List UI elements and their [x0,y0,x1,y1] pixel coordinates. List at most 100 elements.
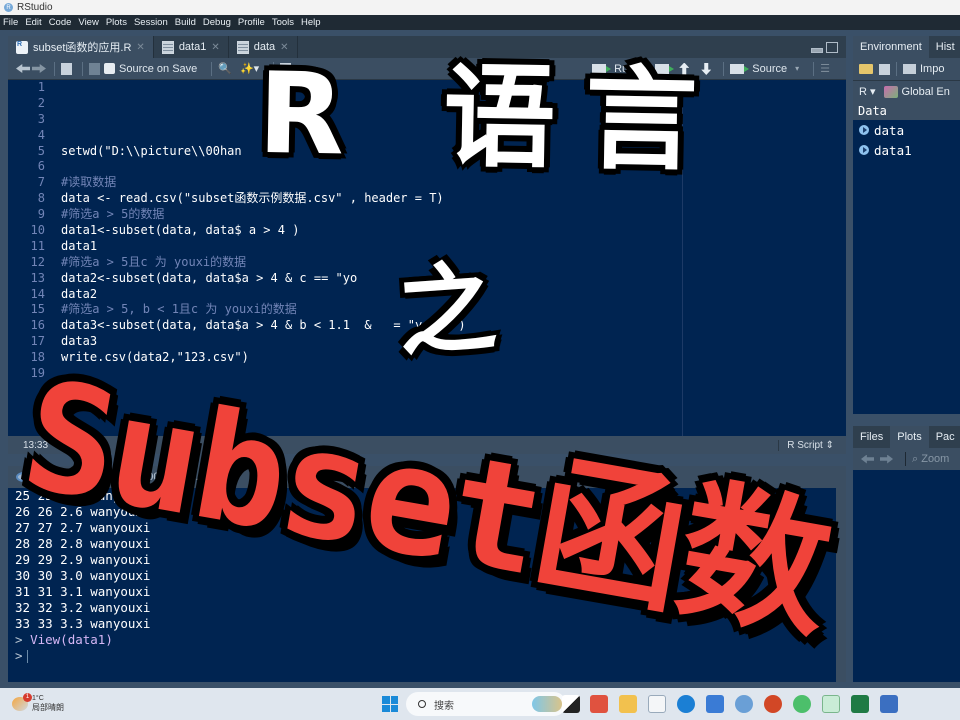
magic-wand-icon[interactable]: ✨▾ [240,62,259,75]
code-line[interactable]: 19 [8,366,846,382]
close-icon[interactable]: ✕ [280,42,288,53]
code-line[interactable]: 17 data3 [8,334,846,350]
back-arrow-icon[interactable] [16,64,30,73]
source-on-save-toggle[interactable]: Source on Save [104,63,197,75]
console-prompt: > [15,648,23,663]
code-text: data3<-subset(data, data$a > 4 & b < 1.1… [61,318,466,333]
code-line[interactable]: 3 [8,112,846,128]
minimize-pane-button[interactable] [811,47,823,53]
rstudio-taskbar-icon[interactable] [735,695,753,713]
code-line[interactable]: 4 [8,128,846,144]
plot-area [853,470,960,682]
checkbox-icon[interactable] [104,63,115,74]
weather-widget[interactable]: 1 1°C 局部晴朗 [0,693,64,713]
tab-environment[interactable]: Environment [853,36,929,58]
code-line[interactable]: 16 data3<-subset(data, data$a > 4 & b < 1… [8,318,846,334]
code-line[interactable]: 9 #筛选a > 5的数据 [8,207,846,223]
close-icon[interactable]: ✕ [136,42,144,53]
next-plot-icon[interactable] [880,455,893,464]
code-line[interactable]: 5 setwd("D:\\picture\\00han \\s et") [8,144,846,160]
task-view-icon[interactable] [562,695,580,713]
line-number: 6 [37,159,45,174]
menu-view[interactable]: View [78,17,98,28]
code-line[interactable]: 1 [8,80,846,96]
powerpoint-icon[interactable] [764,695,782,713]
code-line[interactable]: 6 [8,159,846,175]
file-explorer-icon[interactable] [619,695,637,713]
save-workspace-icon[interactable] [879,63,890,75]
expand-icon[interactable] [859,125,869,135]
import-dataset-icon[interactable] [903,64,916,74]
menu-file[interactable]: File [3,17,18,28]
tab-packages[interactable]: Pac [929,426,960,448]
console-scrollbar[interactable] [836,488,846,682]
app-notify-icon[interactable] [880,695,898,713]
code-line[interactable]: 7 #读取数据 [8,175,846,191]
env-item-data1[interactable]: data1 [853,140,960,160]
line-number: 15 [30,302,45,317]
code-line[interactable]: 12 #筛选a > 5且c 为 youxi的数据 [8,255,846,271]
taskbar-search[interactable]: 搜索 [406,692,566,716]
previous-plot-icon[interactable] [861,454,874,464]
tab-history[interactable]: Hist [929,36,960,58]
app-screen-icon[interactable] [822,695,840,713]
tab-subset-script[interactable]: subset函数的应用.R ✕ [8,36,154,58]
import-dataset-label[interactable]: Impo [920,63,944,75]
menu-debug[interactable]: Debug [203,17,231,28]
code-line[interactable]: 18 write.csv(data2,"123.csv") [8,350,846,366]
wechat-icon[interactable] [793,695,811,713]
zoom-button[interactable]: ⌕ Zoom [912,453,949,466]
code-line[interactable]: 14 data2 [8,287,846,303]
run-label: Run [614,62,635,75]
load-workspace-icon[interactable] [859,64,873,74]
code-area[interactable]: 1 2 3 4 5 setwd("D:\\picture\\00han \\s et") 6… [8,80,846,436]
working-directory[interactable]: D:/picture/00hansh.../ [97,471,202,483]
go-up-icon[interactable] [679,62,690,75]
edge-browser-icon[interactable] [677,695,695,713]
go-down-icon[interactable] [701,63,711,75]
menu-profile[interactable]: Profile [238,17,265,28]
scope-select[interactable]: Global En [902,86,950,98]
code-line[interactable]: 10 data1<-subset(data, data$ a > 4 ) [8,223,846,239]
menu-code[interactable]: Code [49,17,72,28]
console-cursor [26,650,28,663]
menu-plots[interactable]: Plots [106,17,127,28]
code-line[interactable]: 13 data2<-subset(data, data$a > 4 & c == … [8,271,846,287]
code-line[interactable]: 11 data1 [8,239,846,255]
menu-tools[interactable]: Tools [272,17,294,28]
file-type-select[interactable]: R Script ⇕ [778,439,846,451]
rerun-icon[interactable] [655,63,675,74]
menu-help[interactable]: Help [301,17,321,28]
app-bird-icon[interactable] [706,695,724,713]
find-icon[interactable]: 🔍 [218,62,232,75]
compile-report-icon[interactable] [280,62,292,75]
language-select[interactable]: R ▾ [859,85,876,98]
save-icon[interactable] [89,62,100,75]
forward-arrow-icon[interactable] [32,64,46,73]
outline-icon[interactable]: ☰ [820,62,830,75]
close-icon[interactable]: ✕ [211,42,219,53]
code-line[interactable]: 2 [8,96,846,112]
maximize-pane-button[interactable] [826,41,838,53]
start-button[interactable] [382,696,398,712]
code-line[interactable]: 15 #筛选a > 5, b < 1且c 为 youxi的数据 [8,302,846,318]
app-cloud-icon[interactable] [648,695,666,713]
app-red-icon[interactable] [590,695,608,713]
tab-data1[interactable]: data1 ✕ [154,36,229,58]
tab-plots[interactable]: Plots [890,426,929,448]
code-line[interactable]: 8 data <- read.csv("subset函数示例数据.csv" , h… [8,191,846,207]
run-button[interactable]: Run [592,63,634,75]
chevron-down-icon[interactable]: ▾ [795,64,799,73]
menu-session[interactable]: Session [134,17,168,28]
tab-data[interactable]: data ✕ [229,36,298,58]
env-item-data[interactable]: data [853,120,960,140]
line-number: 18 [30,350,45,365]
menu-build[interactable]: Build [175,17,196,28]
expand-icon[interactable] [859,145,869,155]
excel-icon[interactable] [851,695,869,713]
show-in-window-icon[interactable] [61,62,72,75]
source-button[interactable]: Source ▾ [730,63,799,75]
menu-edit[interactable]: Edit [25,17,41,28]
tab-files[interactable]: Files [853,426,890,448]
console-output[interactable]: 25 25 2.5 wanyouxi 26 26 2.6 wanyouxi 27 2… [8,488,836,682]
